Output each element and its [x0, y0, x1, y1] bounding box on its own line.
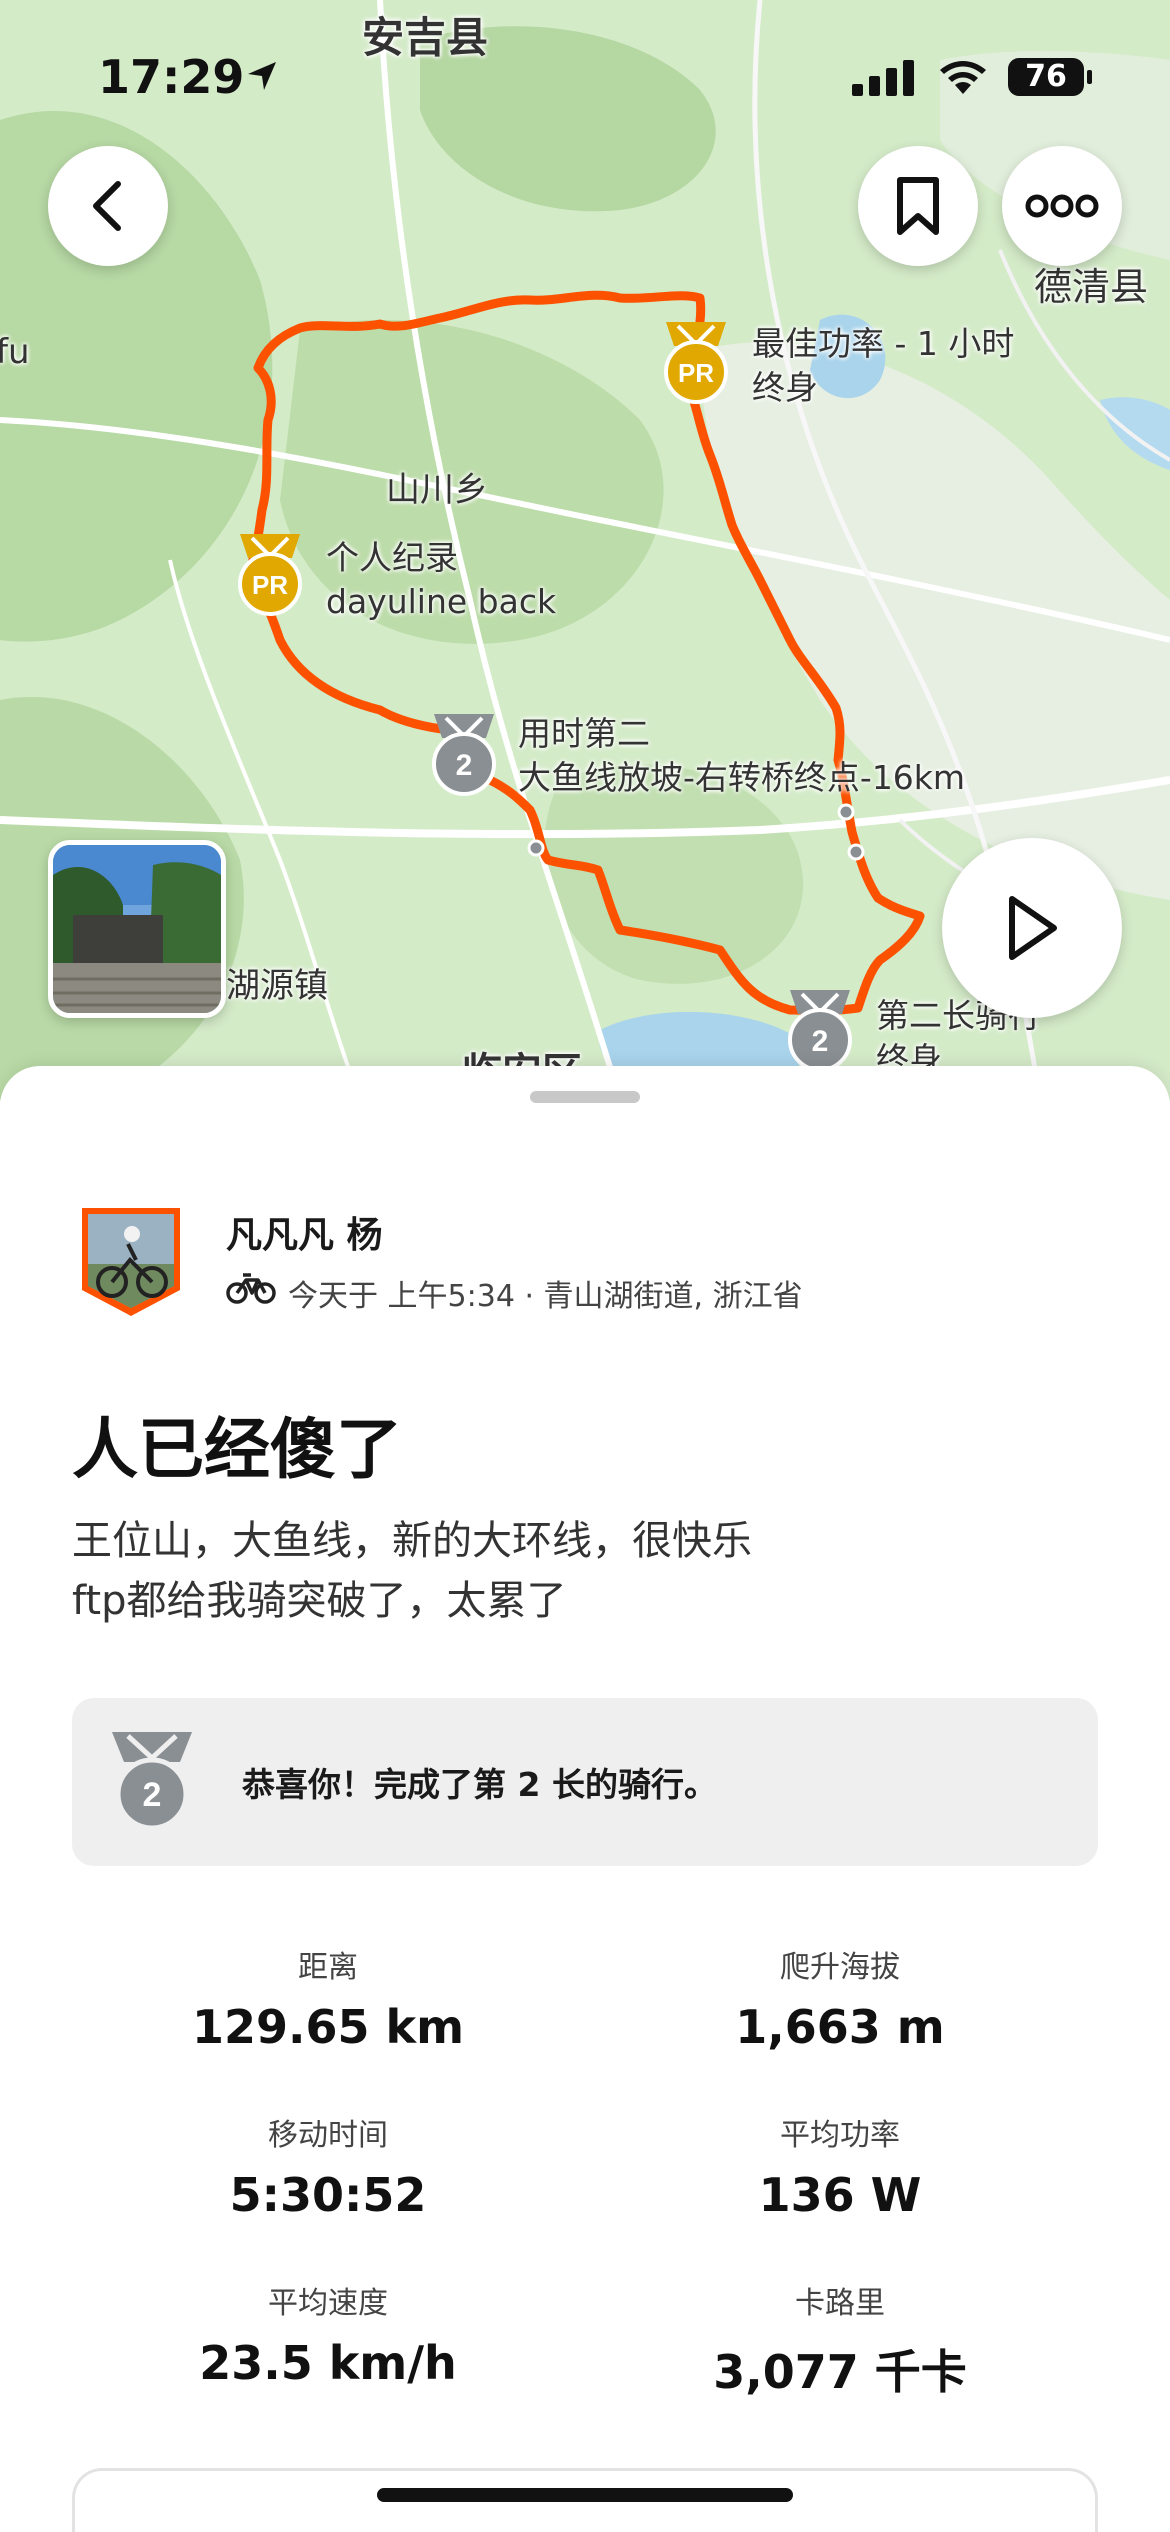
silver-medal-icon[interactable]: 2	[426, 710, 502, 798]
stat-label: 移动时间	[268, 2118, 388, 2153]
play-icon	[1009, 896, 1057, 960]
photo-image	[53, 845, 221, 1013]
achievement-text: 恭喜你！完成了第 2 长的骑行。	[242, 1765, 717, 1804]
more-icon	[1025, 194, 1099, 218]
place-label: 湖源镇	[226, 966, 328, 1006]
chevron-left-icon	[93, 181, 121, 231]
stat-label: 平均功率	[780, 2118, 900, 2153]
activity-description-line: 王位山，大鱼线，新的大环线，很快乐	[72, 1518, 752, 1564]
back-button[interactable]	[48, 146, 168, 266]
activity-sheet: 凡凡凡 杨 今天于 上午5:34 · 青山湖街道, 浙江省 人已经傻了 王位山，…	[0, 1066, 1170, 2532]
place-label: 安吉县	[362, 13, 489, 62]
athlete-name[interactable]: 凡凡凡 杨	[226, 1206, 383, 1258]
battery-indicator: 76	[1008, 58, 1084, 96]
sheet-grabber[interactable]	[530, 1091, 640, 1103]
svg-text:2: 2	[456, 749, 473, 782]
stat-value: 5:30:52	[229, 2168, 427, 2222]
svg-text:PR: PR	[252, 570, 288, 600]
stat-value: 136 W	[758, 2168, 922, 2222]
stat-avg-power: 平均功率 136 W	[590, 2110, 1090, 2222]
svg-text:2: 2	[812, 1025, 829, 1058]
stat-value: 23.5 km/h	[199, 2336, 457, 2390]
activity-meta: 今天于 上午5:34 · 青山湖街道, 浙江省	[288, 1279, 803, 1314]
status-time: 17:29	[98, 50, 245, 104]
wifi-icon	[940, 61, 986, 94]
stat-moving-time: 移动时间 5:30:52	[78, 2110, 578, 2222]
bookmark-icon	[897, 177, 939, 235]
home-indicator[interactable]	[377, 2488, 793, 2502]
stat-label: 卡路里	[795, 2286, 885, 2321]
place-label: fu	[0, 332, 30, 372]
stat-distance: 距离 129.65 km	[78, 1942, 578, 2054]
stat-avg-speed: 平均速度 23.5 km/h	[78, 2278, 578, 2390]
bike-icon	[226, 1273, 276, 1304]
cellular-signal-icon	[852, 60, 914, 96]
svg-text:2: 2	[143, 1776, 162, 1814]
place-label: 山川乡	[386, 470, 488, 510]
stat-value: 3,077 千卡	[713, 2345, 967, 2399]
activity-detail-screen: 安吉县 德清县 fu 山川乡 湖源镇 临安区 PR 最佳功率 - 1 小时 终身…	[0, 0, 1170, 2532]
bookmark-button[interactable]	[858, 146, 978, 266]
segment-label[interactable]: 最佳功率 - 1 小时 终身	[752, 322, 1014, 410]
silver-medal-icon[interactable]: 2	[782, 986, 858, 1074]
location-arrow-icon	[248, 62, 276, 90]
silver-medal-icon: 2	[112, 1732, 192, 1831]
stat-value: 129.65 km	[191, 2000, 465, 2054]
svg-text:PR: PR	[678, 358, 714, 388]
stat-label: 爬升海拔	[780, 1950, 900, 1985]
segment-label[interactable]: 用时第二 大鱼线放坡-右转桥终点-16km	[518, 712, 965, 800]
stat-value: 1,663 m	[735, 2000, 945, 2054]
avatar[interactable]	[78, 1204, 184, 1320]
activity-photo-thumbnail[interactable]	[48, 840, 226, 1018]
stat-calories: 卡路里 3,077 千卡	[590, 2278, 1090, 2402]
pr-medal-icon[interactable]: PR	[658, 318, 734, 406]
achievement-card[interactable]: 2 恭喜你！完成了第 2 长的骑行。	[72, 1698, 1098, 1866]
more-button[interactable]	[1002, 146, 1122, 266]
stat-elevation: 爬升海拔 1,663 m	[590, 1942, 1090, 2054]
activity-description-line: ftp都给我骑突破了，太累了	[72, 1578, 567, 1624]
flyover-play-button[interactable]	[942, 838, 1122, 1018]
stat-label: 平均速度	[268, 2286, 388, 2321]
pr-medal-icon[interactable]: PR	[232, 530, 308, 618]
stat-label: 距离	[298, 1950, 358, 1985]
segment-label[interactable]: 个人纪录 dayuline back	[326, 536, 556, 624]
activity-title: 人已经傻了	[72, 1411, 402, 1488]
battery-nub	[1087, 70, 1092, 84]
route-map[interactable]: 安吉县 德清县 fu 山川乡 湖源镇 临安区 PR 最佳功率 - 1 小时 终身…	[0, 0, 1170, 1100]
